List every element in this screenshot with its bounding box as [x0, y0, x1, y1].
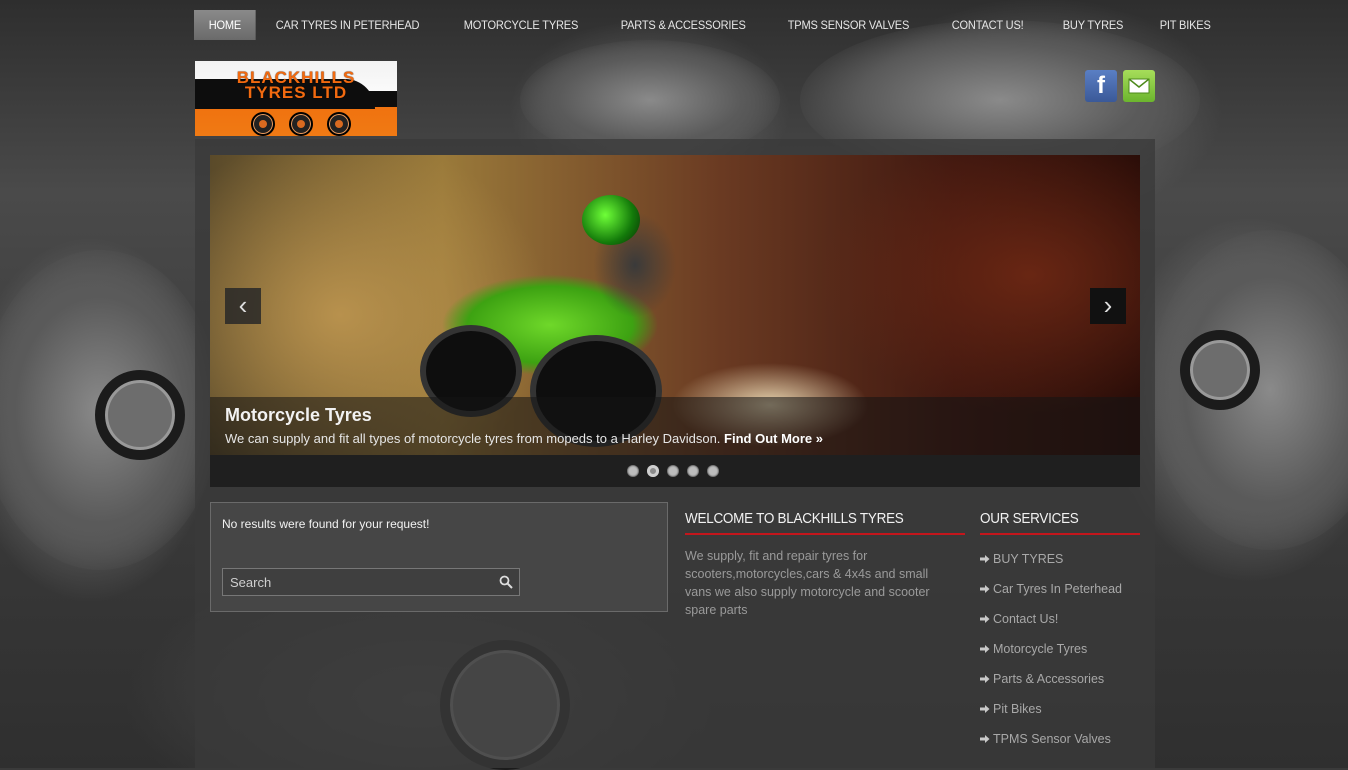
main-nav: HOME CAR TYRES IN PETERHEAD MOTORCYCLE T… — [194, 10, 1233, 40]
logo-line2: TYRES LTD — [244, 83, 348, 102]
service-label: Contact Us! — [993, 612, 1059, 626]
find-out-more-link[interactable]: Find Out More » — [724, 431, 823, 446]
nav-item-pit-bikes[interactable]: PIT BIKES — [1145, 10, 1225, 40]
logo-tyres — [251, 112, 351, 136]
tyre-icon — [251, 112, 275, 136]
nav-item-motorcycle-tyres[interactable]: MOTORCYCLE TYRES — [449, 10, 593, 40]
slide-helmet — [582, 195, 640, 245]
tyre-icon — [289, 112, 313, 136]
logo-text: BLACKHILLS TYRES LTD — [195, 69, 397, 102]
arrow-right-icon — [980, 705, 990, 713]
service-item-buy-tyres[interactable]: BUY TYRES — [980, 544, 1140, 574]
nav-item-parts-accessories[interactable]: PARTS & ACCESSORIES — [606, 10, 760, 40]
slide-text: We can supply and fit all types of motor… — [225, 431, 721, 446]
slider-pagination — [627, 465, 719, 477]
mail-icon[interactable] — [1123, 70, 1155, 102]
arrow-right-icon — [980, 555, 990, 563]
service-label: Pit Bikes — [993, 702, 1042, 716]
nav-item-car-tyres-in-peterhead[interactable]: CAR TYRES IN PETERHEAD — [261, 10, 434, 40]
bg-wheel-left — [95, 370, 185, 460]
service-label: Car Tyres In Peterhead — [993, 582, 1123, 596]
slide-text-line: We can supply and fit all types of motor… — [225, 431, 823, 446]
slider-dot-5[interactable] — [707, 465, 719, 477]
service-item-motorcycle-tyres[interactable]: Motorcycle Tyres — [980, 634, 1140, 664]
search-box — [222, 568, 520, 596]
search-input[interactable] — [223, 569, 507, 595]
arrow-right-icon — [980, 615, 990, 623]
arrow-right-icon — [980, 645, 990, 653]
search-icon[interactable] — [499, 575, 513, 589]
nav-item-tpms-sensor-valves[interactable]: TPMS SENSOR VALVES — [773, 10, 924, 40]
bg-wheel-right — [1180, 330, 1260, 410]
slide-caption: Motorcycle Tyres We can supply and fit a… — [210, 397, 1140, 455]
services-title-rule — [980, 533, 1140, 535]
welcome-title: WELCOME TO BLACKHILLS TYRES — [685, 510, 904, 527]
slider-dot-3[interactable] — [667, 465, 679, 477]
slide-title: Motorcycle Tyres — [225, 405, 372, 425]
welcome-title-rule — [685, 533, 965, 535]
tyre-icon — [327, 112, 351, 136]
envelope-icon — [1128, 78, 1150, 94]
slider-dot-2[interactable] — [647, 465, 659, 477]
service-label: BUY TYRES — [993, 552, 1064, 566]
service-label: Motorcycle Tyres — [993, 642, 1088, 656]
services-title: OUR SERVICES — [980, 510, 1079, 527]
service-item-pit-bikes[interactable]: Pit Bikes — [980, 694, 1140, 724]
welcome-text: We supply, fit and repair tyres for scoo… — [685, 549, 930, 617]
service-item-parts-accessories[interactable]: Parts & Accessories — [980, 664, 1140, 694]
services-list: BUY TYRES Car Tyres In Peterhead Contact… — [980, 544, 1140, 754]
slider-dot-4[interactable] — [687, 465, 699, 477]
service-item-contact-us[interactable]: Contact Us! — [980, 604, 1140, 634]
slider-dot-1[interactable] — [627, 465, 639, 477]
search-results-box: No results were found for your request! — [210, 502, 668, 612]
arrow-right-icon — [980, 585, 990, 593]
facebook-icon[interactable]: f — [1085, 70, 1117, 102]
nav-item-buy-tyres[interactable]: BUY TYRES — [1048, 10, 1138, 40]
image-slider: Motorcycle Tyres We can supply and fit a… — [210, 155, 1140, 487]
arrow-right-icon — [980, 735, 990, 743]
service-label: TPMS Sensor Valves — [993, 732, 1111, 746]
arrow-right-icon — [980, 675, 990, 683]
slider-prev-button[interactable]: ‹ — [225, 288, 261, 324]
no-results-message: No results were found for your request! — [222, 517, 430, 531]
nav-item-contact-us[interactable]: CONTACT US! — [937, 10, 1038, 40]
service-item-tpms[interactable]: TPMS Sensor Valves — [980, 724, 1140, 754]
slide-image-motorcycle[interactable]: Motorcycle Tyres We can supply and fit a… — [210, 155, 1140, 455]
service-label: Parts & Accessories — [993, 672, 1105, 686]
nav-item-home[interactable]: HOME — [194, 10, 256, 40]
site-logo[interactable]: BLACKHILLS TYRES LTD — [195, 61, 397, 136]
social-links: f — [1085, 70, 1155, 102]
slider-next-button[interactable]: › — [1090, 288, 1126, 324]
service-item-car-tyres[interactable]: Car Tyres In Peterhead — [980, 574, 1140, 604]
